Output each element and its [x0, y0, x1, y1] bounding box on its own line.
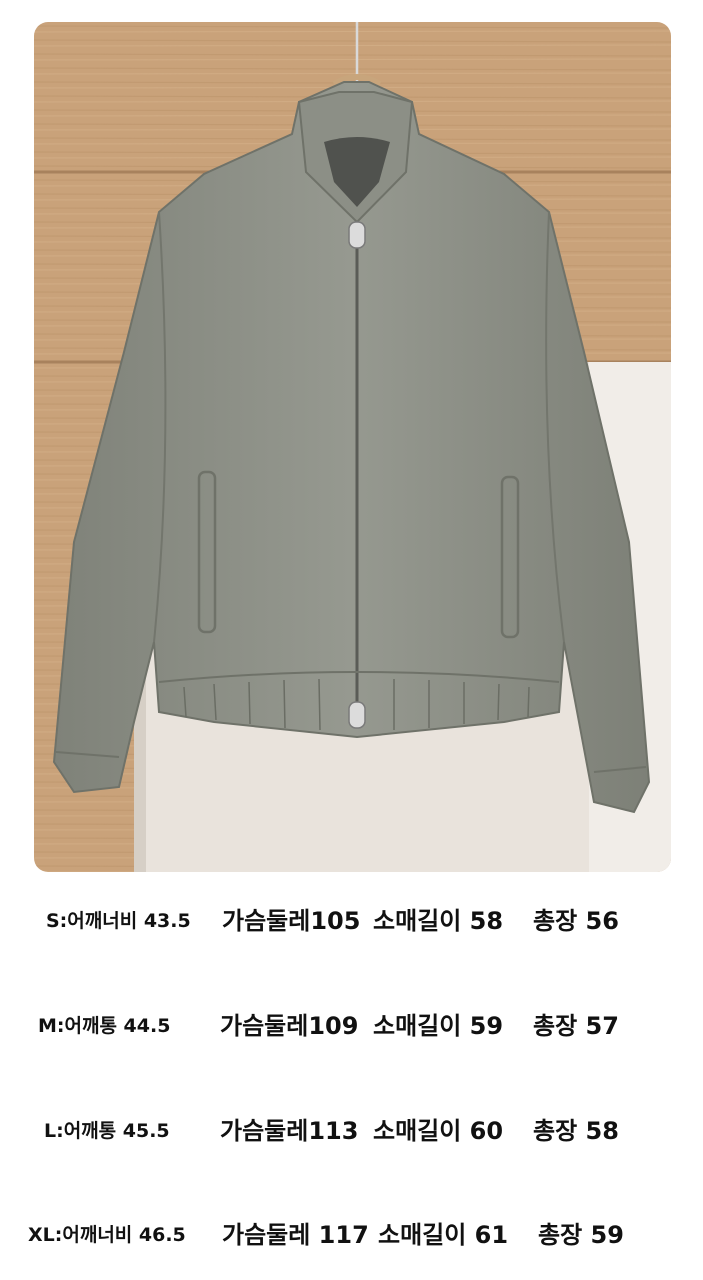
sleeve-measure: 소매길이 61: [378, 1221, 509, 1249]
sleeve-measure: 소매길이 58: [373, 907, 504, 935]
length-measure: 총장 57: [533, 1012, 619, 1040]
shoulder-measure: S:어깨너비 43.5: [46, 910, 191, 932]
length-measure: 총장 58: [533, 1117, 619, 1145]
product-photo: [34, 22, 671, 872]
jacket-illustration: [34, 22, 671, 872]
size-row-xl: XL:어깨너비 46.5 가슴둘레 117 소매길이 61 총장 59: [0, 1213, 703, 1257]
shoulder-measure: XL:어깨너비 46.5: [28, 1224, 186, 1246]
chest-measure: 가슴둘레113: [220, 1117, 359, 1145]
size-row-s: S:어깨너비 43.5 가슴둘레105 소매길이 58 총장 56: [0, 899, 703, 943]
sleeve-measure: 소매길이 60: [373, 1117, 504, 1145]
size-row-m: M:어깨통 44.5 가슴둘레109 소매길이 59 총장 57: [0, 1004, 703, 1048]
chest-measure: 가슴둘레109: [220, 1012, 359, 1040]
length-measure: 총장 59: [538, 1221, 624, 1249]
sleeve-measure: 소매길이 59: [373, 1012, 504, 1040]
length-measure: 총장 56: [533, 907, 619, 935]
chest-measure: 가슴둘레105: [222, 907, 361, 935]
chest-measure: 가슴둘레 117: [222, 1221, 369, 1249]
size-row-l: L:어깨통 45.5 가슴둘레113 소매길이 60 총장 58: [0, 1109, 703, 1153]
shoulder-measure: L:어깨통 45.5: [44, 1120, 170, 1142]
shoulder-measure: M:어깨통 44.5: [38, 1015, 171, 1037]
